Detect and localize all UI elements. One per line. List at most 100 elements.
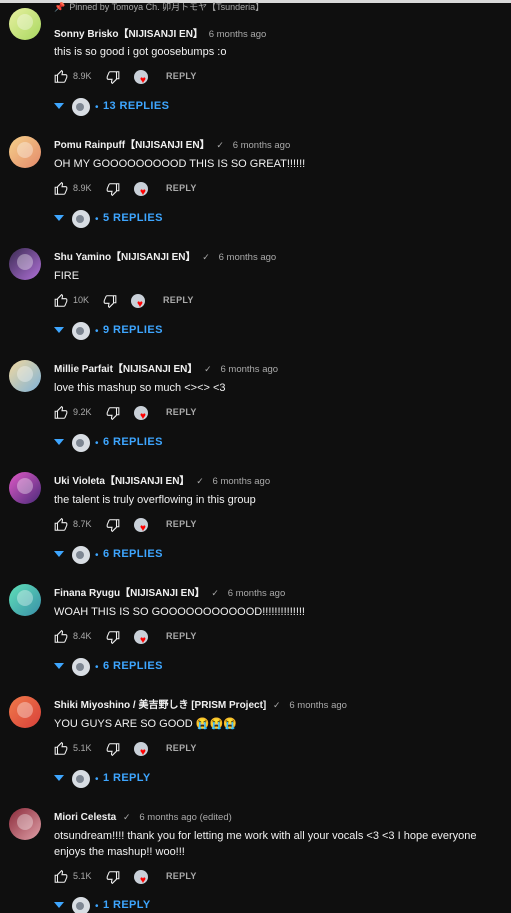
replies-label: 6 REPLIES [103, 548, 163, 560]
creator-avatar [72, 210, 90, 228]
verified-check-icon: ✓ [202, 252, 210, 262]
view-replies-button[interactable]: • 9 REPLIES [54, 322, 274, 340]
avatar[interactable] [9, 808, 41, 840]
comment-author[interactable]: Pomu Rainpuff【NIJISANJI EN】 [54, 140, 210, 151]
reply-button[interactable]: REPLY [166, 871, 197, 881]
comment-time[interactable]: 6 months ago [213, 476, 271, 487]
reply-button[interactable]: REPLY [166, 519, 197, 529]
comment-actions: 8.9K ♥ REPLY [54, 70, 354, 86]
creator-avatar [72, 897, 90, 913]
like-count: 10K [73, 295, 90, 305]
thumb-up-icon[interactable] [54, 742, 68, 756]
comment-header: Shiki Miyoshino / 美吉野しき [PRISM Project] … [54, 698, 347, 712]
heart-icon: ♥ [140, 523, 146, 534]
avatar[interactable] [9, 248, 41, 280]
thumb-up-icon[interactable] [54, 406, 68, 420]
thumb-up-icon[interactable] [54, 70, 68, 84]
view-replies-button[interactable]: • 1 REPLY [54, 770, 274, 788]
comment-header: Pomu Rainpuff【NIJISANJI EN】 ✓ 6 months a… [54, 138, 290, 152]
chevron-down-icon [54, 215, 64, 221]
view-replies-button[interactable]: • 6 REPLIES [54, 546, 274, 564]
creator-avatar [72, 434, 90, 452]
thumb-down-icon[interactable] [103, 294, 117, 308]
avatar[interactable] [9, 360, 41, 392]
comment-text: FIRE [54, 270, 80, 282]
thumb-up-icon[interactable] [54, 518, 68, 532]
thumb-down-icon[interactable] [106, 182, 120, 196]
heart-icon: ♥ [137, 299, 143, 310]
comment-time[interactable]: 6 months ago (edited) [139, 812, 231, 823]
comment-time[interactable]: 6 months ago [220, 364, 278, 375]
thumb-up-icon[interactable] [54, 870, 68, 884]
heart-icon: ♥ [140, 747, 146, 758]
reply-button[interactable]: REPLY [166, 407, 197, 417]
thumb-down-icon[interactable] [106, 518, 120, 532]
comment-time[interactable]: 6 months ago [228, 588, 286, 599]
reply-button[interactable]: REPLY [166, 743, 197, 753]
comment-time[interactable]: 6 months ago [289, 700, 347, 711]
comment-actions: 5.1K ♥ REPLY [54, 870, 354, 886]
comment-text: this is so good i got goosebumps :o [54, 46, 227, 58]
comment-actions: 9.2K ♥ REPLY [54, 406, 354, 422]
like-count: 8.7K [73, 519, 92, 529]
thumb-up-icon[interactable] [54, 182, 68, 196]
thumb-down-icon[interactable] [106, 406, 120, 420]
like-count: 5.1K [73, 743, 92, 753]
view-replies-button[interactable]: • 6 REPLIES [54, 658, 274, 676]
comment-item: 📌 Pinned by Tomoya Ch. 卯月トモヤ【Tsunderia】 S… [0, 2, 511, 120]
chevron-down-icon [54, 103, 64, 109]
heart-icon: ♥ [140, 411, 146, 422]
reply-button[interactable]: REPLY [163, 295, 194, 305]
pinned-label: 📌 Pinned by Tomoya Ch. 卯月トモヤ【Tsunderia】 [54, 0, 264, 13]
comment-author[interactable]: Shu Yamino【NIJISANJI EN】 [54, 252, 196, 263]
avatar[interactable] [9, 472, 41, 504]
view-replies-button[interactable]: • 13 REPLIES [54, 98, 274, 116]
creator-avatar [72, 546, 90, 564]
heart-icon: ♥ [140, 75, 146, 86]
comment-text: the talent is truly overflowing in this … [54, 494, 256, 506]
heart-icon: ♥ [140, 875, 146, 886]
thumb-down-icon[interactable] [106, 870, 120, 884]
avatar[interactable] [9, 696, 41, 728]
comment-header: Shu Yamino【NIJISANJI EN】 ✓ 6 months ago [54, 250, 276, 264]
comment-item: Millie Parfait【NIJISANJI EN】 ✓ 6 months … [0, 360, 511, 472]
comment-time[interactable]: 6 months ago [209, 29, 267, 40]
comment-item: Finana Ryugu【NIJISANJI EN】 ✓ 6 months ag… [0, 584, 511, 696]
comment-author[interactable]: Sonny Brisko【NIJISANJI EN】 [54, 29, 203, 40]
comment-author[interactable]: Miori Celesta [54, 812, 116, 823]
thumb-down-icon[interactable] [106, 70, 120, 84]
comment-time[interactable]: 6 months ago [233, 140, 291, 151]
comment-text: love this mashup so much <><> <3 [54, 382, 226, 394]
reply-button[interactable]: REPLY [166, 71, 197, 81]
comment-text: YOU GUYS ARE SO GOOD 😭😭😭 [54, 718, 237, 730]
avatar[interactable] [9, 136, 41, 168]
comment-author[interactable]: Finana Ryugu【NIJISANJI EN】 [54, 588, 205, 599]
comment-author[interactable]: Millie Parfait【NIJISANJI EN】 [54, 364, 197, 375]
thumb-down-icon[interactable] [106, 630, 120, 644]
comment-author[interactable]: Shiki Miyoshino / 美吉野しき [PRISM Project] [54, 700, 266, 711]
verified-check-icon: ✓ [211, 588, 219, 598]
comment-item: Miori Celesta ✓ 6 months ago (edited) ot… [0, 808, 511, 913]
thumb-down-icon[interactable] [106, 742, 120, 756]
reply-button[interactable]: REPLY [166, 183, 197, 193]
chevron-down-icon [54, 902, 64, 908]
reply-button[interactable]: REPLY [166, 631, 197, 641]
creator-avatar [72, 322, 90, 340]
thumb-up-icon[interactable] [54, 294, 68, 308]
like-count: 8.4K [73, 631, 92, 641]
comment-header: Miori Celesta ✓ 6 months ago (edited) [54, 810, 232, 824]
like-count: 8.9K [73, 71, 92, 81]
view-replies-button[interactable]: • 1 REPLY [54, 897, 274, 913]
view-replies-button[interactable]: • 5 REPLIES [54, 210, 274, 228]
avatar[interactable] [9, 584, 41, 616]
comment-item: Pomu Rainpuff【NIJISANJI EN】 ✓ 6 months a… [0, 136, 511, 248]
chevron-down-icon [54, 663, 64, 669]
verified-check-icon: ✓ [204, 364, 212, 374]
comment-time[interactable]: 6 months ago [219, 252, 277, 263]
comment-actions: 8.7K ♥ REPLY [54, 518, 354, 534]
avatar[interactable] [9, 8, 41, 40]
thumb-up-icon[interactable] [54, 630, 68, 644]
comment-author[interactable]: Uki Violeta【NIJISANJI EN】 [54, 476, 189, 487]
view-replies-button[interactable]: • 6 REPLIES [54, 434, 274, 452]
comment-actions: 10K ♥ REPLY [54, 294, 354, 310]
